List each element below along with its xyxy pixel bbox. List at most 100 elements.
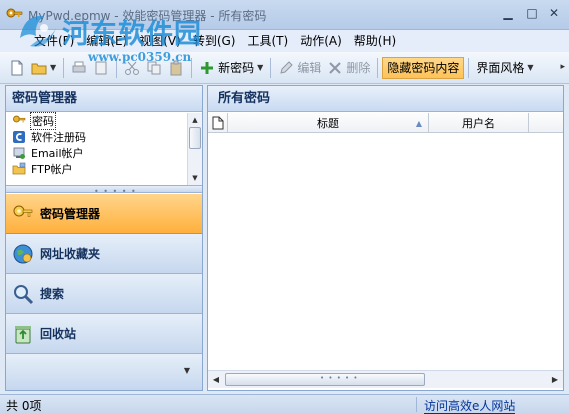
password-grid[interactable] [208,133,563,370]
nav-label: 搜索 [40,287,65,301]
toolbar-separator [191,57,193,78]
menu-action[interactable]: 动作(A) [294,31,348,51]
nav-password-manager[interactable]: 密码管理器 [6,194,202,234]
category-label: 软件注册码 [31,131,86,144]
nav-recycle-bin[interactable]: 回收站 [6,314,202,354]
category-scrollbar[interactable]: ▲ ▼ [187,113,202,185]
toolbar-separator [468,57,470,78]
delete-button[interactable]: 删除 [324,57,373,79]
print-button[interactable] [68,57,90,79]
category-list[interactable]: 密码 软件注册码 Email帐户 FTP帐户 [6,112,202,185]
open-file-button[interactable]: ▼ [28,57,59,79]
scroll-right-arrow[interactable]: ▶ [547,371,563,388]
delete-label: 删除 [346,61,371,75]
menu-goto[interactable]: 转到(G) [187,31,242,51]
ftp-icon [12,162,26,175]
menu-edit[interactable]: 编辑(E) [80,31,133,51]
minimize-button[interactable]: ▁ [498,4,518,22]
software-c-icon [13,131,25,143]
copy-button[interactable] [143,57,165,79]
category-label: 密码 [30,112,56,130]
category-item-ftp[interactable]: FTP帐户 [6,161,202,177]
new-password-dropdown-arrow[interactable]: ▼ [257,63,263,72]
new-document-icon [11,60,23,75]
preview-icon [95,61,107,74]
toolbar-separator [63,57,65,78]
toolbar: ▼ 新密码 ▼ 编辑 删除 隐藏密码内容 界面风格 ▼ ▸ [0,52,569,84]
key-icon [13,115,26,123]
category-item-password[interactable]: 密码 [6,112,202,130]
scroll-up-arrow[interactable]: ▲ [188,113,202,127]
nav-label: 回收站 [40,327,77,341]
scroll-thumb-grip: • • • • • [320,374,359,382]
category-item-software[interactable]: 软件注册码 [6,129,202,145]
close-button[interactable]: ✕ [544,4,564,22]
nav-search[interactable]: 搜索 [6,274,202,314]
right-panel: 所有密码 标题 ▲ 用户名 ◀ • • • • • ▶ [207,85,564,391]
new-password-button[interactable]: 新密码 ▼ [196,57,266,79]
nav-label: 密码管理器 [40,207,101,221]
left-panel: 密码管理器 密码 软件注册码 Email帐户 FTP帐户 ▲ ▼ • • • •… [5,85,203,391]
printer-icon [72,61,86,72]
theme-dropdown-arrow[interactable]: ▼ [527,63,533,72]
nav-label: 网址收藏夹 [40,247,101,261]
toolbar-separator [377,57,379,78]
edit-label: 编辑 [297,61,322,75]
magnifier-icon [14,284,34,304]
nav-overflow-chevron[interactable]: ▼ [184,366,190,375]
menu-help[interactable]: 帮助(H) [348,31,402,51]
scroll-thumb[interactable] [189,127,201,149]
cut-button[interactable] [121,57,143,79]
nav-url-favorites[interactable]: 网址收藏夹 [6,234,202,274]
column-username-label: 用户名 [462,117,495,130]
preview-button[interactable] [90,57,112,79]
grid-horizontal-scrollbar[interactable]: ◀ • • • • • ▶ [208,370,563,388]
category-item-email[interactable]: Email帐户 [6,145,202,161]
open-folder-icon [31,63,47,74]
hide-passwords-toggle[interactable]: 隐藏密码内容 [382,56,465,79]
delete-x-icon [329,61,342,74]
toolbar-separator [270,57,272,78]
website-link-text[interactable]: 访问高效e人网站 [424,399,516,414]
new-password-label: 新密码 [218,61,255,75]
column-header-username[interactable]: 用户名 [429,113,529,133]
grid-header: 标题 ▲ 用户名 [208,113,563,133]
menu-file[interactable]: 文件(F) [28,31,80,51]
paste-icon [170,60,182,75]
pencil-icon [280,60,294,74]
column-header-title[interactable]: 标题 ▲ [228,113,429,133]
keys-icon [13,205,33,217]
theme-label: 界面风格 [476,61,525,75]
column-header-icon[interactable] [208,113,228,133]
panel-splitter[interactable]: • • • • • [6,185,202,196]
open-dropdown-arrow[interactable]: ▼ [50,63,56,72]
toolbar-overflow-icon[interactable]: ▸ [560,62,565,72]
window-title: MyPwd.epmw - 效能密码管理器 - 所有密码 [28,9,267,23]
website-link[interactable]: 访问高效e人网站 [424,397,516,414]
menu-bar: 文件(F) 编辑(E) 视图(V) 转到(G) 工具(T) 动作(A) 帮助(H… [0,30,569,52]
scroll-left-arrow[interactable]: ◀ [208,371,224,388]
globe-icon [13,244,33,263]
recycle-icon [15,325,31,343]
document-icon [212,116,223,130]
left-panel-title: 密码管理器 [6,86,202,112]
item-count: 共 0项 [6,399,42,413]
toolbar-separator [116,57,118,78]
column-title-label: 标题 [317,117,339,130]
menu-view[interactable]: 视图(V) [133,31,187,51]
edit-button[interactable]: 编辑 [275,57,324,79]
new-file-button[interactable] [6,57,28,79]
category-label: FTP帐户 [31,163,73,176]
status-separator [416,397,417,412]
maximize-button[interactable]: □ [522,4,542,22]
scissors-icon [125,61,140,75]
nav-overflow: ▼ [6,354,202,390]
theme-button[interactable]: 界面风格 ▼ [473,57,536,79]
scroll-down-arrow[interactable]: ▼ [188,171,202,185]
sort-arrow-icon: ▲ [415,119,422,128]
email-icon [13,147,25,159]
status-bar: 共 0项 访问高效e人网站 [0,394,569,414]
app-key-icon [6,8,23,18]
menu-tools[interactable]: 工具(T) [241,31,294,51]
paste-button[interactable] [165,57,187,79]
